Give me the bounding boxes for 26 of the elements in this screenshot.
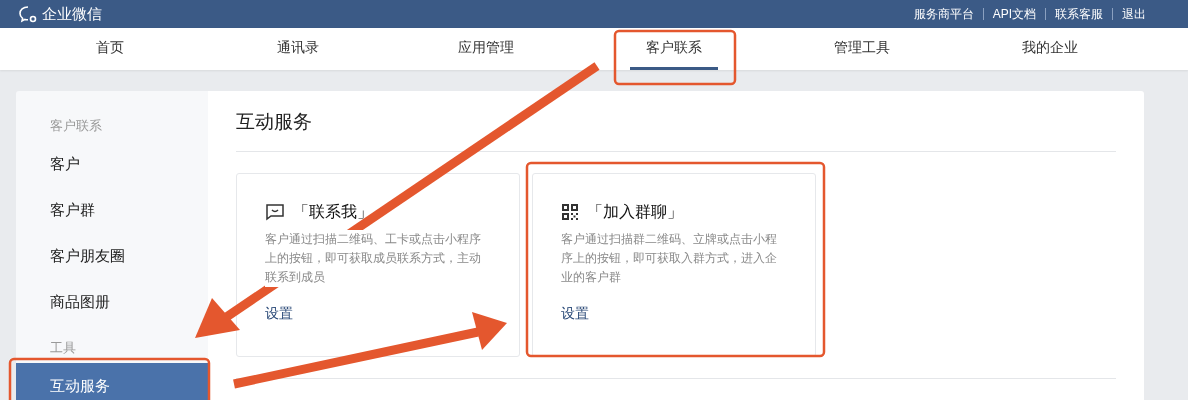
brand-name: 企业微信	[42, 3, 102, 24]
sidebar-heading: 工具	[49, 339, 77, 358]
sidebar-item[interactable]: 客户	[16, 141, 208, 187]
nav-tab[interactable]: 应用管理	[442, 28, 530, 70]
nav-tab[interactable]: 我的企业	[1006, 28, 1094, 70]
settings-link[interactable]: 设置	[561, 303, 589, 324]
page-title: 互动服务	[236, 109, 313, 134]
header-link[interactable]: 退出	[1122, 5, 1146, 23]
card-title: 「加入群聊」	[587, 202, 683, 222]
nav-tab[interactable]: 首页	[80, 28, 140, 70]
nav-tab[interactable]: 客户联系	[630, 28, 718, 70]
sidebar-item[interactable]: 客户朋友圈	[16, 233, 208, 279]
nav-tab[interactable]: 管理工具	[818, 28, 906, 70]
sidebar-item[interactable]: 客户群	[16, 187, 208, 233]
header-link[interactable]: API文档	[992, 5, 1036, 23]
sidebar-item[interactable]: 商品图册	[16, 279, 208, 325]
sidebar-heading: 客户联系	[49, 117, 103, 136]
header-link[interactable]: 服务商平台	[913, 5, 974, 23]
message-icon	[265, 203, 285, 221]
qr-code-icon	[561, 203, 579, 221]
card-title: 「联系我」	[293, 202, 373, 222]
nav-tab[interactable]: 通讯录	[261, 28, 335, 70]
chat-bubble-icon	[18, 5, 38, 23]
settings-link[interactable]: 设置	[265, 303, 293, 324]
header-link[interactable]: 联系客服	[1055, 5, 1103, 23]
sidebar-item[interactable]: 互动服务	[16, 363, 208, 400]
